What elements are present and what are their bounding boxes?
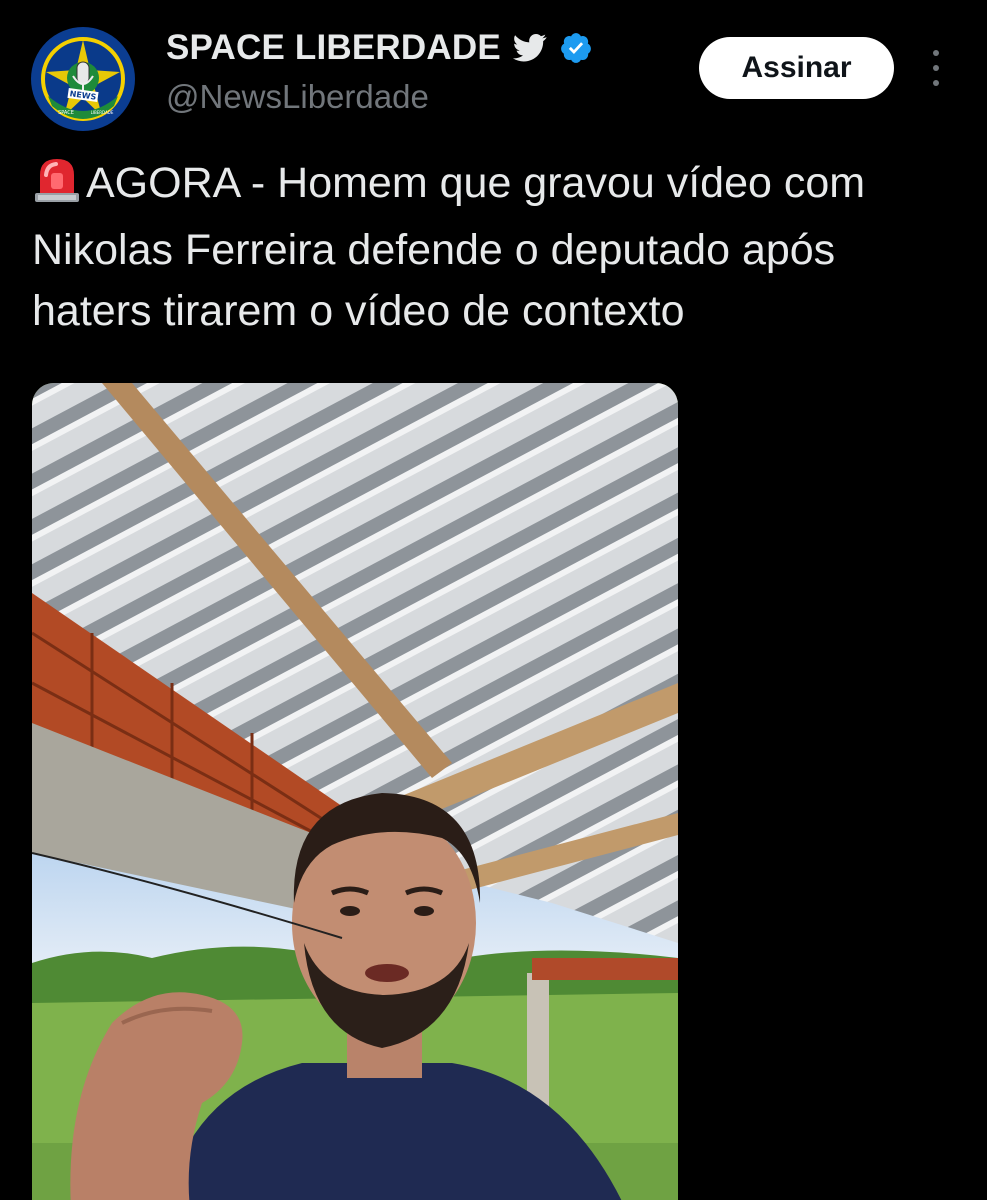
siren-icon <box>32 155 82 220</box>
svg-text:LIBERDADE: LIBERDADE <box>91 110 114 115</box>
more-options-icon[interactable] <box>926 50 946 86</box>
space-liberdade-logo: NEWS SPACE LIBERDADE <box>31 27 135 131</box>
display-name[interactable]: SPACE LIBERDADE <box>166 28 501 68</box>
tweet-text: AGORA - Homem que gravou vídeo com Nikol… <box>32 159 866 335</box>
avatar[interactable]: NEWS SPACE LIBERDADE <box>30 26 136 132</box>
tweet-screen: NEWS SPACE LIBERDADE SPACE LIBERDADE @Ne… <box>0 0 987 1200</box>
svg-text:SPACE: SPACE <box>58 110 74 116</box>
video-frame-image <box>32 383 678 1200</box>
subscribe-button[interactable]: Assinar <box>699 37 894 99</box>
tweet-media-video[interactable] <box>32 383 678 1200</box>
account-name-row[interactable]: SPACE LIBERDADE <box>166 28 593 68</box>
verified-badge-icon <box>559 31 593 65</box>
account-handle[interactable]: @NewsLiberdade <box>166 78 429 116</box>
twitter-bird-icon <box>512 34 547 62</box>
tweet-text-block: AGORA - Homem que gravou vídeo com Nikol… <box>32 153 962 342</box>
